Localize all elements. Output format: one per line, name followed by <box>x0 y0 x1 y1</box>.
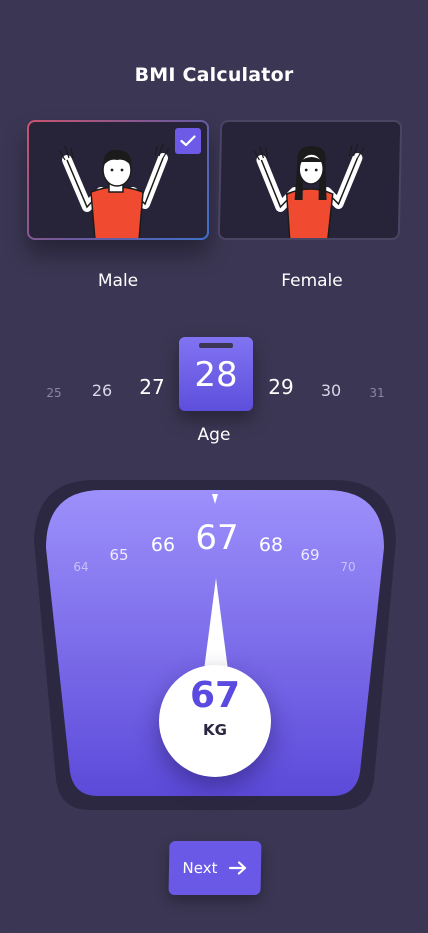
age-selected-value: 28 <box>194 355 238 395</box>
female-avatar-icon <box>253 143 365 238</box>
age-option[interactable]: 29 <box>261 375 301 399</box>
age-option[interactable]: 27 <box>132 375 172 399</box>
weight-tick[interactable]: 66 <box>143 534 183 556</box>
age-option[interactable]: 25 <box>34 386 74 400</box>
age-option[interactable]: 30 <box>311 381 351 400</box>
age-option[interactable]: 26 <box>82 381 122 400</box>
weight-tick[interactable]: 68 <box>251 534 291 556</box>
weight-readout: 67 KG <box>159 665 271 777</box>
gender-label-male: Male <box>97 271 139 291</box>
next-button-label: Next <box>182 859 218 877</box>
weight-tick[interactable]: 64 <box>61 560 101 574</box>
age-label: Age <box>197 425 231 445</box>
age-box-indicator <box>199 343 233 348</box>
page-title: BMI Calculator <box>134 64 294 86</box>
weight-tick[interactable]: 70 <box>328 560 368 574</box>
weight-tick-selected[interactable]: 67 <box>190 518 244 558</box>
weight-tick[interactable]: 65 <box>99 546 139 564</box>
next-button[interactable]: Next <box>168 841 262 895</box>
arrow-right-icon <box>229 861 247 875</box>
bmi-screen: BMI Calculator Male Female 25 26 27 28 2… <box>0 0 428 933</box>
age-selected[interactable]: 28 <box>179 337 253 411</box>
age-option[interactable]: 31 <box>357 386 397 400</box>
gender-card-female[interactable] <box>217 120 403 240</box>
weight-tick[interactable]: 69 <box>290 546 330 564</box>
weight-value: 67 <box>189 675 241 716</box>
selected-check <box>175 128 201 154</box>
check-icon <box>180 135 196 147</box>
needle-icon <box>204 578 228 670</box>
weight-unit: KG <box>203 721 227 739</box>
gender-card-male[interactable] <box>27 120 209 240</box>
gender-label-female: Female <box>281 271 343 291</box>
